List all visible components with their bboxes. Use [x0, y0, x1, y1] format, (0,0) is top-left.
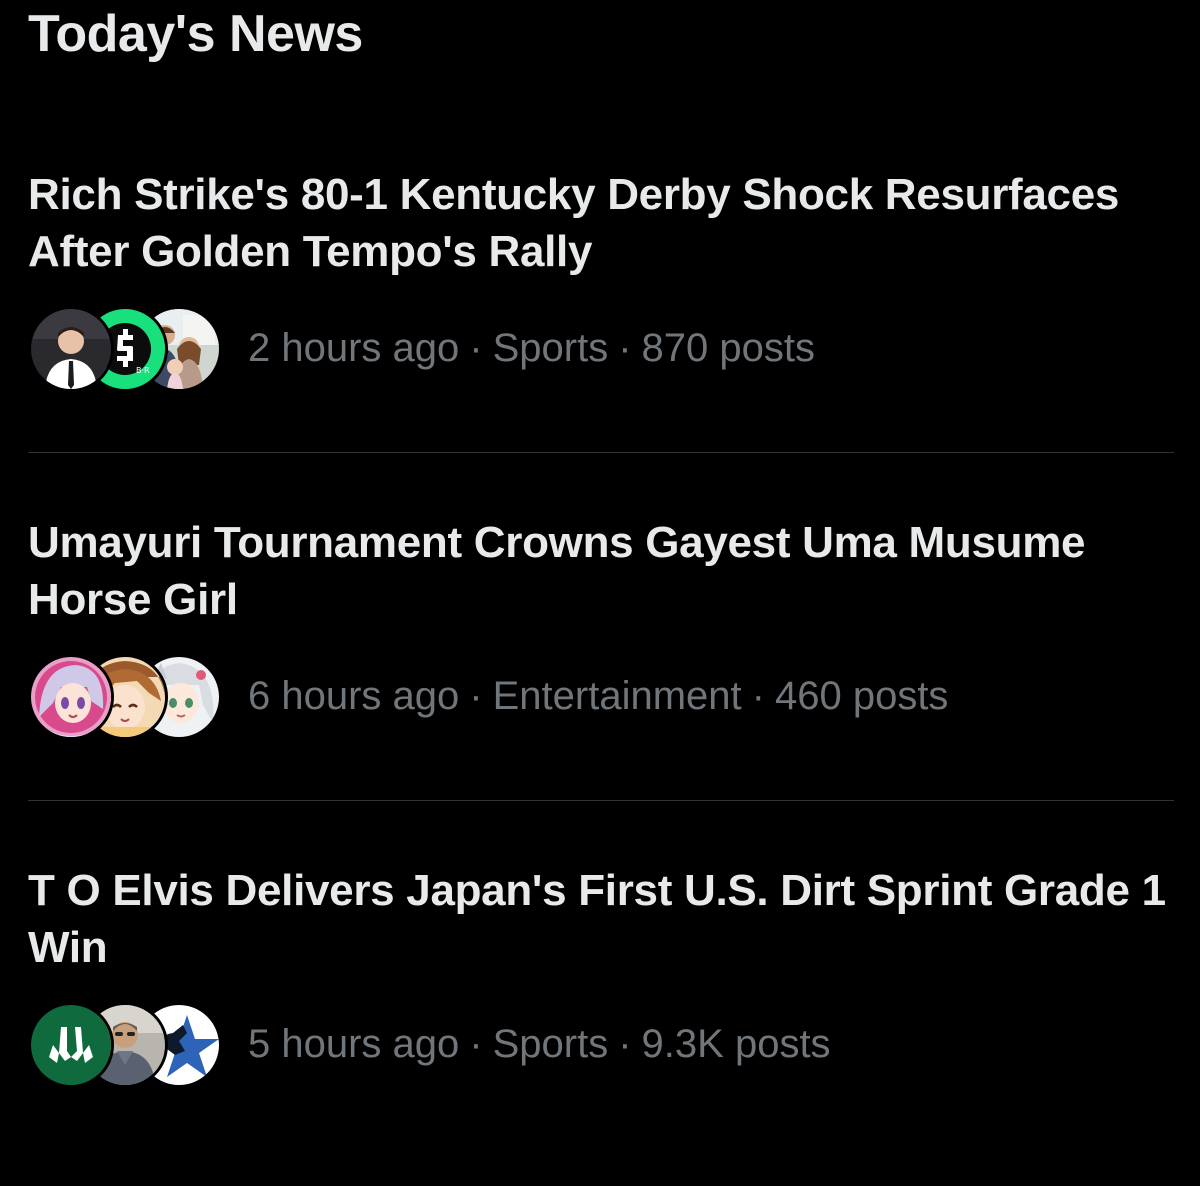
- news-headline[interactable]: Rich Strike's 80-1 Kentucky Derby Shock …: [28, 166, 1178, 280]
- divider: [28, 452, 1174, 453]
- anime-girl-silver-hair-avatar: [28, 654, 114, 740]
- news-meta: 6 hours ago · Entertainment · 460 posts: [28, 654, 948, 740]
- news-headline[interactable]: T O Elvis Delivers Japan's First U.S. Di…: [28, 862, 1178, 976]
- news-post-count: 460 posts: [774, 673, 949, 718]
- news-post-count: 870 posts: [641, 325, 816, 370]
- news-category: Sports: [492, 1021, 609, 1066]
- news-time: 6 hours ago: [248, 673, 460, 718]
- meta-separator: ·: [751, 673, 765, 718]
- person-in-suit-avatar: [28, 306, 114, 392]
- meta-separator: ·: [618, 1021, 632, 1066]
- news-meta-text: 5 hours ago · Sports · 9.3K posts: [248, 1022, 831, 1067]
- news-post-count: 9.3K posts: [641, 1021, 831, 1066]
- page-title: Today's News: [28, 5, 363, 63]
- avatar-stack: [28, 654, 222, 740]
- news-item-to-elvis[interactable]: T O Elvis Delivers Japan's First U.S. Di…: [0, 858, 1200, 1148]
- news-meta: 5 hours ago · Sports · 9.3K posts: [28, 1002, 831, 1088]
- news-headline[interactable]: Umayuri Tournament Crowns Gayest Uma Mus…: [28, 514, 1178, 628]
- news-time: 2 hours ago: [248, 325, 460, 370]
- avatar-stack: B·R: [28, 306, 222, 392]
- news-category: Entertainment: [492, 673, 742, 718]
- news-meta-text: 6 hours ago · Entertainment · 460 posts: [248, 674, 948, 719]
- divider: [28, 800, 1174, 801]
- green-horseshoe-logo-avatar: [28, 1002, 114, 1088]
- news-meta-text: 2 hours ago · Sports · 870 posts: [248, 326, 815, 371]
- news-item-rich-strike[interactable]: Rich Strike's 80-1 Kentucky Derby Shock …: [0, 160, 1200, 450]
- avatar-mark-text: B·R: [136, 366, 150, 375]
- news-time: 5 hours ago: [248, 1021, 460, 1066]
- avatar-stack: [28, 1002, 222, 1088]
- meta-separator: ·: [469, 673, 483, 718]
- news-item-umayuri[interactable]: Umayuri Tournament Crowns Gayest Uma Mus…: [0, 510, 1200, 800]
- meta-separator: ·: [469, 325, 483, 370]
- news-meta: B·R 2 hours ago · Sports · 870 posts: [28, 306, 815, 392]
- news-category: Sports: [492, 325, 609, 370]
- meta-separator: ·: [469, 1021, 483, 1066]
- meta-separator: ·: [618, 325, 632, 370]
